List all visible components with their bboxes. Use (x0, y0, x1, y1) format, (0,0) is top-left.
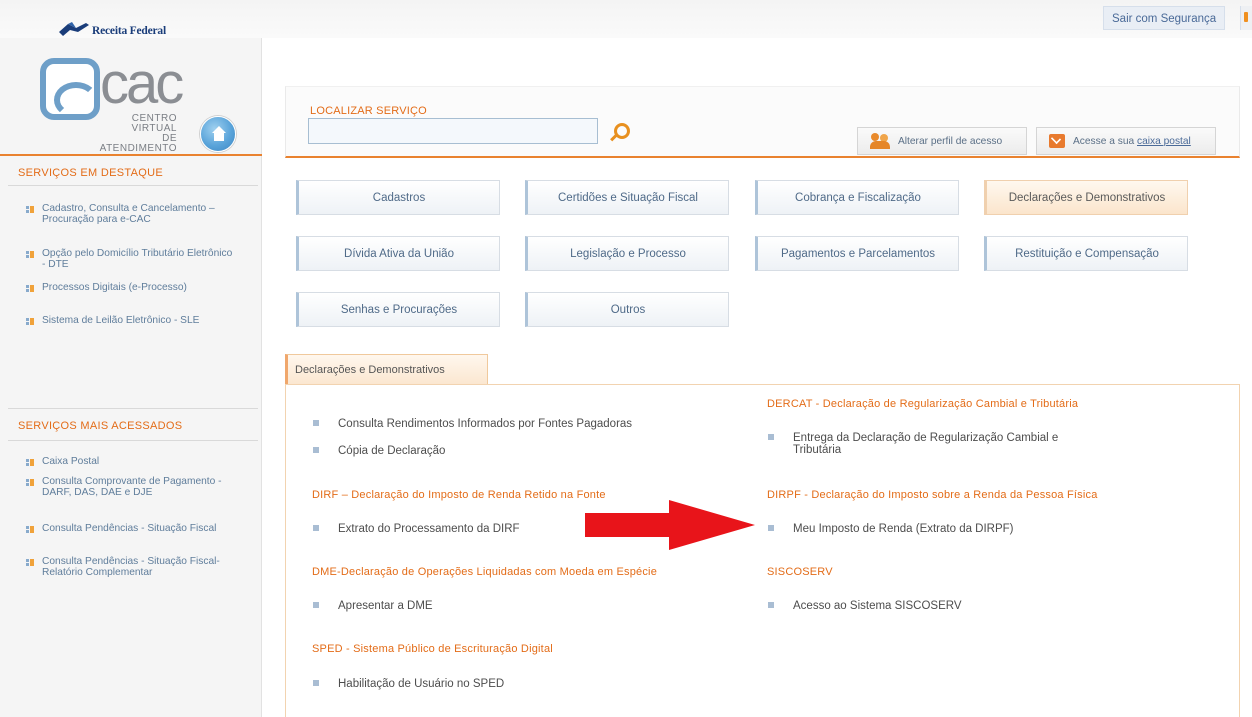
featured-services-title: SERVIÇOS EM DESTAQUE (18, 167, 163, 179)
most-accessed-title: SERVIÇOS MAIS ACESSADOS (18, 420, 183, 432)
bullet-icon (26, 318, 35, 325)
bullet-icon (768, 525, 774, 531)
bullet-icon (313, 447, 319, 453)
section-divider (8, 185, 258, 186)
bullet-icon (313, 680, 319, 686)
group-title-dirf: DIRF – Declaração do Imposto de Renda Re… (312, 489, 606, 501)
ecac-logo-text: cac (100, 51, 184, 116)
ecac-subtitle: CENTRO VIRTUAL DE ATENDIMENTO (99, 113, 177, 154)
search-input[interactable] (308, 118, 598, 144)
category-legislacao[interactable]: Legislação e Processo (525, 236, 729, 271)
bullet-icon (26, 559, 35, 566)
category-certidoes[interactable]: Certidões e Situação Fiscal (525, 180, 729, 215)
sidebar-divider (0, 154, 262, 156)
bullet-icon (26, 285, 35, 292)
tab-declaracoes[interactable]: Declarações e Demonstrativos (285, 354, 488, 384)
group-title-dirpf: DIRPF - Declaração do Imposto sobre a Re… (767, 489, 1098, 501)
next-tab-edge[interactable] (1240, 6, 1252, 30)
left-sidebar: cac CENTRO VIRTUAL DE ATENDIMENTO SERVIÇ… (0, 38, 262, 717)
bullet-icon (768, 602, 774, 608)
service-link-entrega-dercat[interactable]: Entrega da Declaração de Regularização C… (768, 432, 1108, 456)
change-profile-button[interactable]: Alterar perfil de acesso (857, 127, 1027, 155)
bullet-icon (313, 525, 319, 531)
postal-box-link[interactable]: caixa postal (1137, 136, 1191, 147)
service-link-siscoserv[interactable]: Acesso ao Sistema SISCOSERV (768, 600, 962, 612)
ecac-logo[interactable]: cac CENTRO VIRTUAL DE ATENDIMENTO (40, 52, 250, 154)
service-link-rendimentos[interactable]: Consulta Rendimentos Informados por Font… (313, 418, 632, 430)
home-icon[interactable] (200, 116, 236, 152)
service-link-apresentar-dme[interactable]: Apresentar a DME (313, 600, 433, 612)
sidebar-item-caixa-postal[interactable]: Caixa Postal (26, 456, 236, 467)
sidebar-item-procuracao[interactable]: Cadastro, Consulta e Cancelamento – Proc… (26, 203, 236, 225)
category-pagamentos[interactable]: Pagamentos e Parcelamentos (755, 236, 959, 271)
group-title-sped: SPED - Sistema Público de Escrituração D… (312, 643, 553, 655)
red-arrow-icon (585, 500, 755, 550)
category-senhas[interactable]: Senhas e Procurações (296, 292, 500, 327)
section-divider (8, 408, 258, 409)
search-icon[interactable] (608, 121, 630, 143)
group-title-dercat: DERCAT - Declaração de Regularização Cam… (767, 398, 1079, 410)
service-link-meu-imposto-de-renda[interactable]: Meu Imposto de Renda (Extrato da DIRPF) (768, 523, 1014, 535)
bullet-icon (768, 434, 774, 440)
ecac-e-icon (40, 58, 100, 120)
sidebar-item-pendencias[interactable]: Consulta Pendências - Situação Fiscal (26, 523, 236, 534)
users-icon (870, 133, 892, 149)
sidebar-item-comprovante[interactable]: Consulta Comprovante de Pagamento - DARF… (26, 476, 236, 498)
sidebar-item-dte[interactable]: Opção pelo Domicílio Tributário Eletrôni… (26, 248, 236, 270)
bullet-icon (313, 420, 319, 426)
bullet-icon (26, 459, 35, 466)
sidebar-item-sle[interactable]: Sistema de Leilão Eletrônico - SLE (26, 315, 236, 326)
logout-button[interactable]: Sair com Segurança (1103, 6, 1226, 30)
category-divida-ativa[interactable]: Dívida Ativa da União (296, 236, 500, 271)
service-link-habilitacao-sped[interactable]: Habilitação de Usuário no SPED (313, 678, 504, 690)
bullet-icon (26, 479, 35, 486)
search-panel: LOCALIZAR SERVIÇO Alterar perfil de aces… (285, 86, 1240, 158)
mail-icon (1049, 134, 1065, 148)
group-title-siscoserv: SISCOSERV (767, 566, 833, 578)
category-cadastros[interactable]: Cadastros (296, 180, 500, 215)
section-divider (8, 440, 258, 441)
sidebar-item-pendencias-relatorio[interactable]: Consulta Pendências - Situação Fiscal-Re… (26, 556, 236, 578)
bullet-icon (26, 526, 35, 533)
search-label: LOCALIZAR SERVIÇO (310, 105, 427, 117)
postal-box-button[interactable]: Acesse a sua caixa postal (1036, 127, 1216, 155)
category-cobranca[interactable]: Cobrança e Fiscalização (755, 180, 959, 215)
bullet-icon (26, 206, 35, 213)
category-restituicao[interactable]: Restituição e Compensação (984, 236, 1188, 271)
service-link-extrato-dirf[interactable]: Extrato do Processamento da DIRF (313, 523, 520, 535)
sidebar-item-e-processo[interactable]: Processos Digitais (e-Processo) (26, 282, 236, 293)
brand-name: Receita Federal (92, 25, 166, 37)
category-outros[interactable]: Outros (525, 292, 729, 327)
bullet-icon (26, 251, 35, 258)
top-bar: Receita Federal Sair com Segurança (0, 0, 1252, 38)
bullet-icon (313, 602, 319, 608)
category-declaracoes[interactable]: Declarações e Demonstrativos (984, 180, 1188, 215)
group-title-dme: DME-Declaração de Operações Liquidadas c… (312, 566, 658, 578)
service-link-copia-declaracao[interactable]: Cópia de Declaração (313, 445, 445, 457)
